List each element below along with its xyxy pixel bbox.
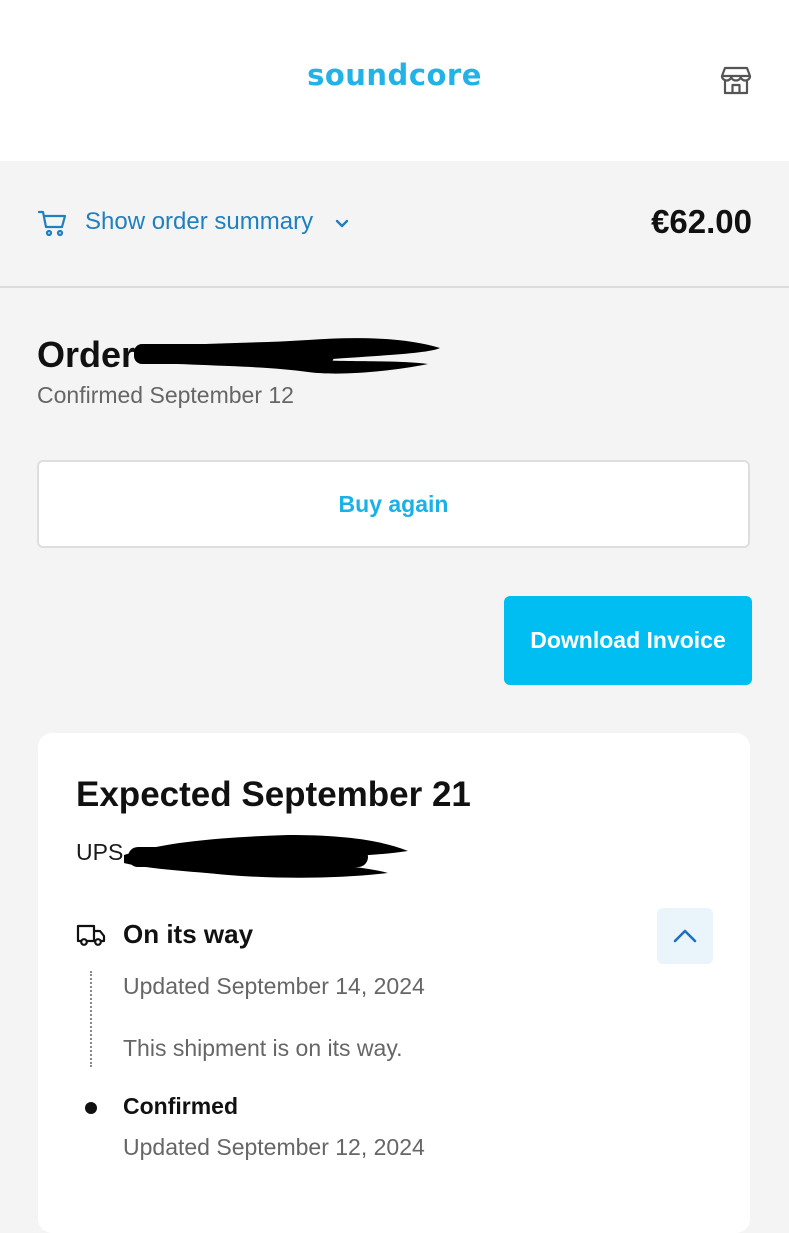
carrier-label: UPS xyxy=(76,839,124,865)
store-icon[interactable] xyxy=(720,64,752,96)
previous-status-title: Confirmed xyxy=(123,1093,238,1119)
status-title: On its way xyxy=(123,919,254,949)
header: soundcore xyxy=(0,0,789,161)
expected-delivery: Expected September 21 xyxy=(76,775,471,814)
shipment-card: Expected September 21 UPS On its way Upd… xyxy=(38,733,750,1233)
buy-again-button[interactable]: Buy again xyxy=(37,460,750,548)
timeline-dot xyxy=(85,1102,97,1114)
order-title: Order xyxy=(37,334,136,375)
confirmed-date: Confirmed September 12 xyxy=(37,382,294,408)
previous-status-updated-date: Updated September 12, 2024 xyxy=(123,1134,425,1160)
chevron-down-icon[interactable] xyxy=(333,215,351,233)
order-total: €62.00 xyxy=(651,203,752,240)
timeline-connector xyxy=(90,971,92,1067)
redaction-scribble xyxy=(124,835,408,878)
download-invoice-button[interactable]: Download Invoice xyxy=(504,596,752,685)
soundcore-logo[interactable]: soundcore xyxy=(0,58,789,92)
redaction-scribble xyxy=(134,338,440,374)
show-order-summary-toggle[interactable]: Show order summary xyxy=(85,208,313,236)
cart-icon[interactable] xyxy=(38,209,68,237)
status-updated-date: Updated September 14, 2024 xyxy=(123,973,425,999)
collapse-status-button[interactable] xyxy=(657,908,713,964)
status-message: This shipment is on its way. xyxy=(123,1035,403,1061)
chevron-up-icon xyxy=(673,929,697,943)
truck-icon xyxy=(76,924,106,946)
order-summary-bar: Show order summary €62.00 xyxy=(0,161,789,288)
